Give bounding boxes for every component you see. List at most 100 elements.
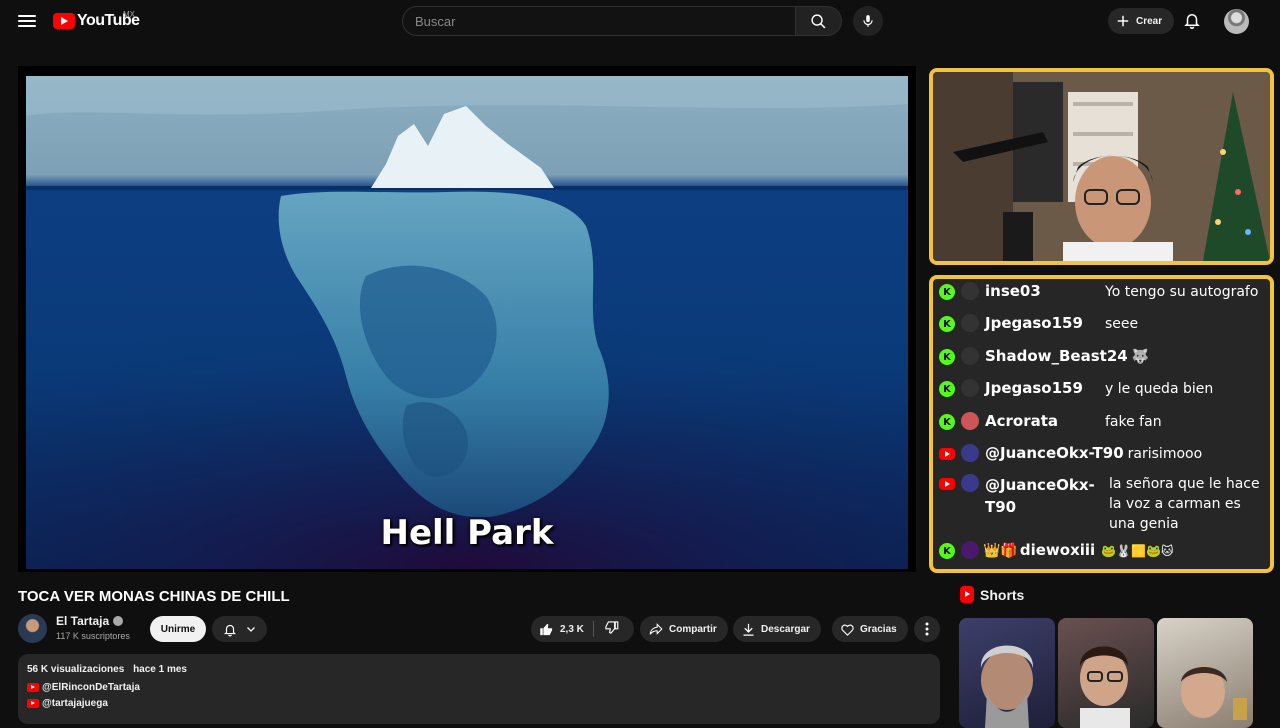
account-avatar[interactable] — [1224, 9, 1249, 34]
description-box[interactable]: 56 K visualizaciones hace 1 mes @ElRinco… — [18, 654, 940, 724]
channel-link[interactable]: @tartajajuega — [27, 698, 931, 709]
chat-message: @JuanceOkx-T90 rarisimooo — [939, 444, 1269, 464]
user-avatar — [961, 282, 979, 300]
chat-username: @JuanceOkx-T90 — [985, 444, 1124, 462]
search-button[interactable] — [796, 6, 842, 36]
user-avatar — [961, 314, 979, 332]
verified-icon — [113, 616, 124, 626]
channel-link[interactable]: @ElRinconDeTartaja — [27, 682, 931, 693]
upload-date: hace 1 mes — [133, 664, 187, 675]
download-button[interactable]: Descargar — [733, 616, 821, 642]
description-meta: 56 K visualizaciones hace 1 mes — [27, 664, 931, 675]
emote-icons: 🐸🐰🟨🐸🐱 — [1101, 544, 1174, 558]
download-icon — [743, 623, 754, 636]
channel-name-text: El Tartaja — [56, 614, 110, 628]
create-button[interactable]: Crear — [1108, 8, 1175, 34]
kick-icon: K — [939, 543, 955, 559]
youtube-icon — [27, 699, 39, 708]
chevron-down-icon — [246, 627, 255, 632]
user-avatar — [961, 444, 979, 462]
video-caption: Hell Park — [380, 513, 554, 553]
logo-region: MX — [123, 10, 135, 19]
user-avatar — [961, 379, 979, 397]
chat-username: diewoxiii — [1019, 541, 1096, 559]
subscriber-count: 117 K suscriptores — [56, 631, 130, 641]
kick-icon: K — [939, 284, 955, 300]
menu-icon[interactable] — [16, 12, 38, 30]
thumbs-up-icon — [540, 623, 553, 635]
user-avatar — [961, 474, 979, 492]
chat-text: la señora que le hace la voz a carman es… — [1109, 476, 1260, 532]
video-player[interactable]: Hell Park — [18, 66, 916, 572]
chat-text: fake fan — [1105, 414, 1162, 430]
chat-message: K inse03 Yo tengo su autografo — [939, 282, 1269, 302]
shorts-header: Shorts — [960, 586, 1024, 603]
like-button[interactable]: 2,3 K — [531, 622, 593, 637]
chat-message: @JuanceOkx-T90 la señora que le hace la … — [939, 474, 1269, 534]
plus-icon — [1117, 15, 1129, 27]
shorts-title: Shorts — [980, 586, 1025, 603]
youtube-logo[interactable]: YouTube MX — [53, 10, 140, 30]
kick-icon: K — [939, 316, 955, 332]
shorts-icon — [960, 586, 974, 603]
create-label: Crear — [1136, 15, 1163, 27]
chat-username: Jpegaso159 — [985, 314, 1083, 332]
chat-message: K 👑🎁 diewoxiii 🐸🐰🟨🐸🐱 — [939, 541, 1269, 561]
thumbs-down-icon — [605, 621, 619, 634]
search-icon — [811, 13, 826, 28]
search-input[interactable] — [402, 6, 796, 36]
channel-name[interactable]: El Tartaja — [56, 614, 124, 628]
dislike-button[interactable] — [594, 620, 619, 638]
thanks-button[interactable]: Gracias — [832, 616, 908, 642]
more-icon — [925, 622, 929, 636]
thanks-label: Gracias — [860, 623, 897, 635]
chat-message: K Shadow_Beast24 🐺 — [939, 347, 1269, 367]
chat-text: rarisimooo — [1127, 446, 1203, 462]
bell-icon — [1184, 14, 1200, 29]
top-bar: YouTube MX Crear — [0, 0, 1280, 42]
kick-icon: K — [939, 414, 955, 430]
subscription-bell-button[interactable] — [212, 616, 267, 642]
webcam-overlay — [929, 68, 1274, 265]
chat-username: Acrorata — [985, 412, 1059, 430]
join-button[interactable]: Unirme — [150, 616, 206, 642]
channel-avatar[interactable] — [18, 614, 47, 643]
chat-text: y le queda bien — [1105, 381, 1214, 397]
view-count: 56 K visualizaciones — [27, 664, 125, 675]
chat-message: K Jpegaso159 seee — [939, 314, 1269, 334]
share-button[interactable]: Compartir — [640, 616, 728, 642]
short-thumbnail[interactable] — [959, 618, 1055, 728]
download-label: Descargar — [761, 623, 810, 635]
notifications-button[interactable] — [1183, 10, 1201, 35]
wolf-emoji-icon: 🐺 — [1131, 349, 1150, 365]
short-thumbnail-image — [1181, 666, 1247, 720]
chat-username: Jpegaso159 — [985, 379, 1083, 397]
channel-link-text: @ElRinconDeTartaja — [42, 682, 140, 693]
heart-dollar-icon — [841, 624, 854, 636]
youtube-icon — [939, 478, 955, 490]
like-count: 2,3 K — [560, 623, 584, 635]
short-thumbnail[interactable] — [1058, 618, 1154, 728]
badge-icons: 👑🎁 — [983, 543, 1018, 559]
voice-search-button[interactable] — [853, 6, 883, 36]
chat-text: Yo tengo su autografo — [1105, 284, 1259, 300]
youtube-play-icon — [53, 13, 75, 29]
short-thumbnail-image — [1080, 646, 1130, 728]
short-thumbnail[interactable] — [1157, 618, 1253, 728]
kick-icon: K — [939, 349, 955, 365]
video-title: TOCA VER MONAS CHINAS DE CHILL — [18, 588, 290, 605]
microphone-icon — [863, 15, 873, 27]
short-thumbnail-image — [980, 645, 1034, 728]
youtube-icon — [27, 683, 39, 692]
search-bar — [402, 6, 842, 36]
chat-username: Shadow_Beast24 — [985, 347, 1128, 365]
chat-message: K Acrorata fake fan — [939, 412, 1269, 432]
kick-icon: K — [939, 381, 955, 397]
chat-username: inse03 — [985, 282, 1041, 300]
like-dislike-group: 2,3 K — [531, 616, 634, 642]
user-avatar — [961, 412, 979, 430]
webcam-scene — [933, 72, 1270, 261]
share-icon — [649, 623, 663, 635]
more-actions-button[interactable] — [914, 616, 940, 642]
channel-link-text: @tartajajuega — [42, 698, 108, 709]
